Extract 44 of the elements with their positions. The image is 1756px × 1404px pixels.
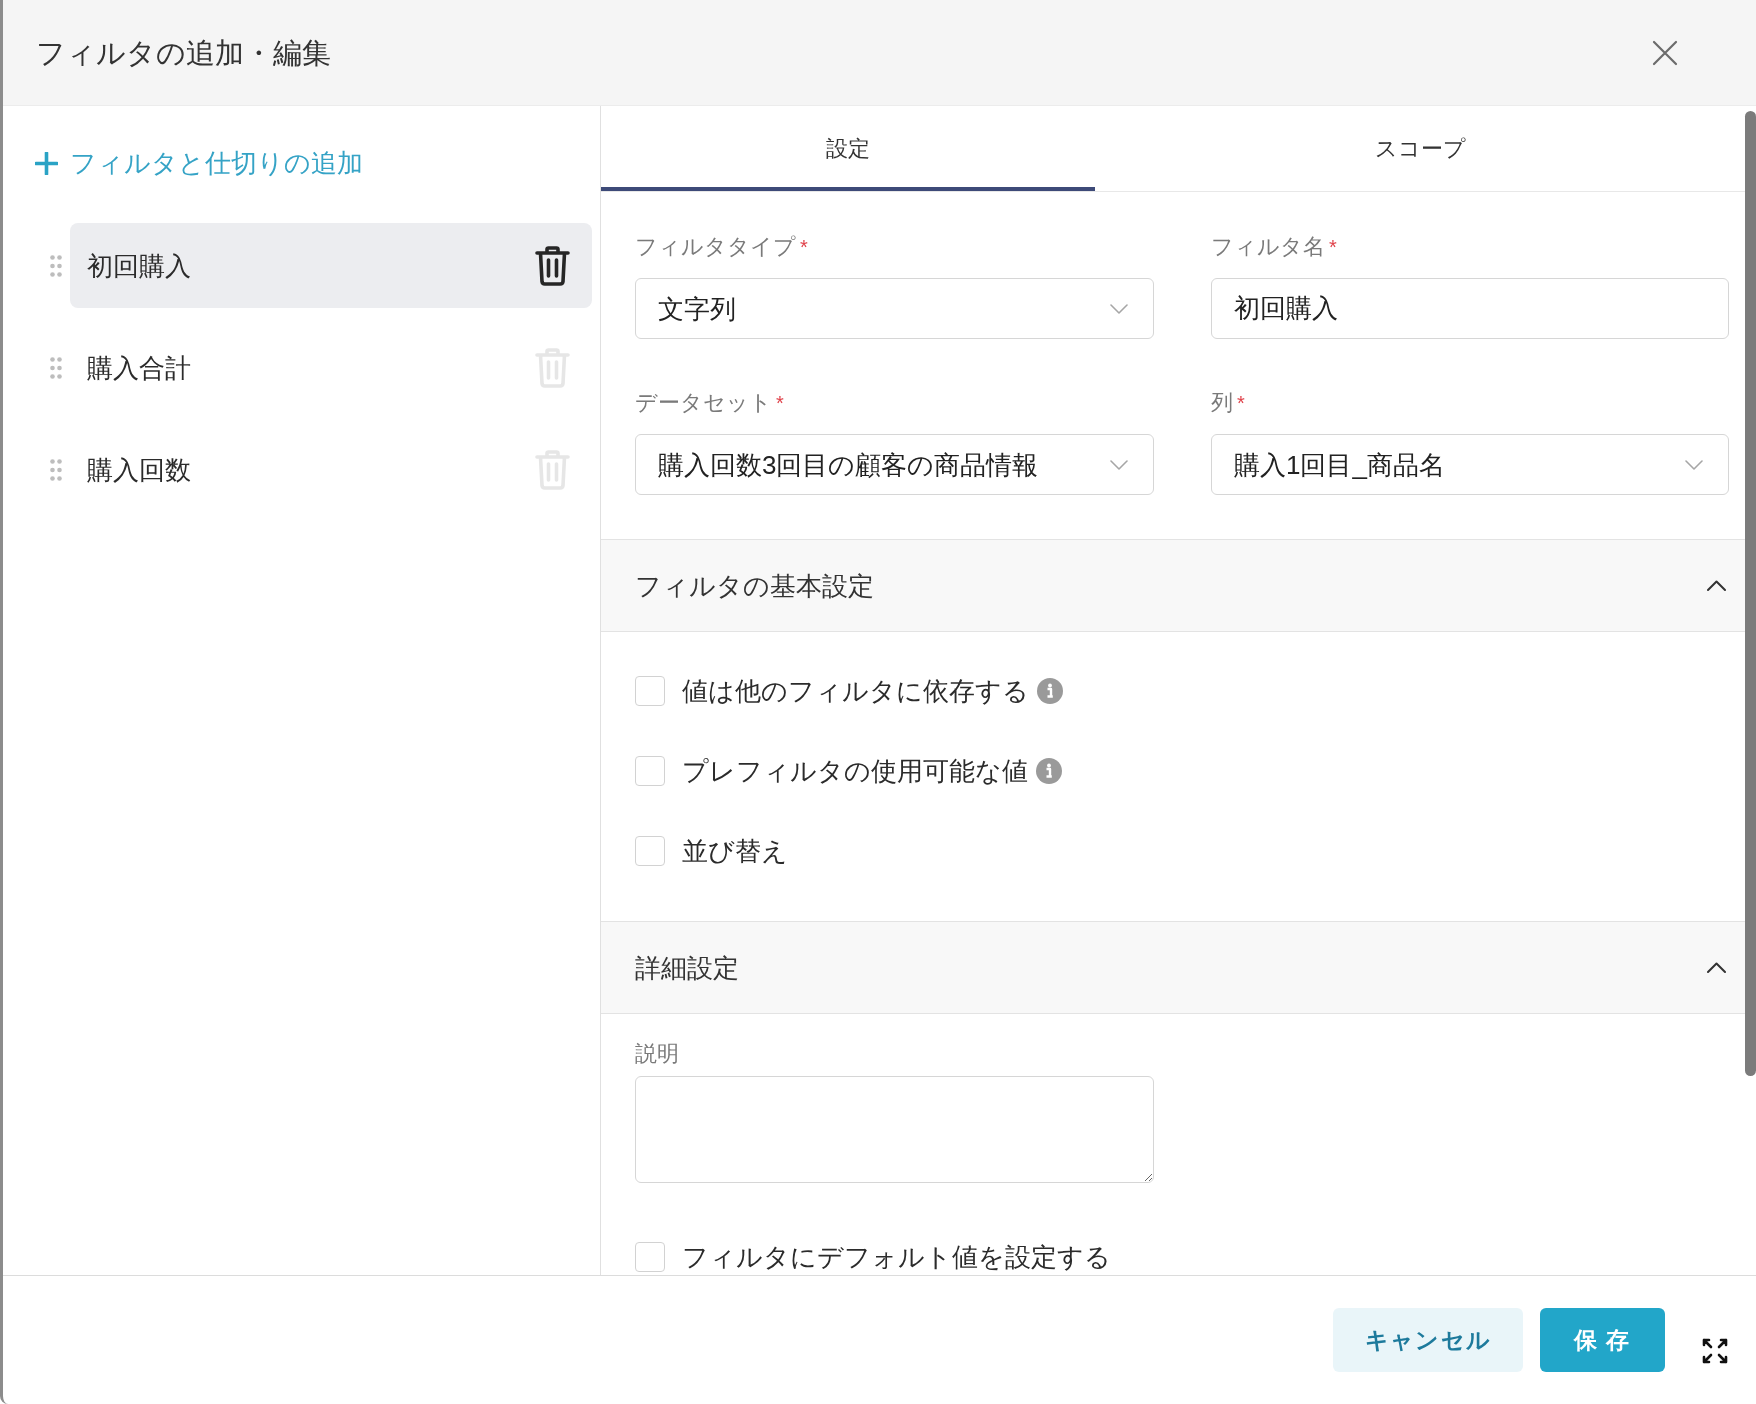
required-mark: *: [1237, 391, 1245, 416]
checkbox-label: 値は他のフィルタに依存する: [682, 675, 1029, 707]
field-label: データセット: [635, 389, 772, 417]
checkbox-label: 並び替え: [682, 835, 788, 867]
filter-item[interactable]: 購入回数: [70, 427, 592, 512]
expand-icon[interactable]: [1702, 1338, 1728, 1364]
checkbox-label: プレフィルタの使用可能な値: [682, 755, 1028, 787]
plus-icon: [35, 151, 58, 175]
filter-item[interactable]: 購入合計: [70, 325, 592, 410]
dropdown[interactable]: 購入1回目_商品名: [1211, 434, 1729, 495]
dialog-title: フィルタの追加・編集: [36, 35, 331, 71]
dropdown[interactable]: 文字列: [635, 278, 1154, 339]
checkbox[interactable]: [635, 836, 665, 866]
required-mark: *: [1329, 235, 1337, 260]
filter-item[interactable]: 初回購入: [70, 223, 592, 308]
tab[interactable]: スコープ: [1095, 106, 1745, 191]
drag-handle-icon[interactable]: [50, 458, 62, 481]
checkbox-label: フィルタにデフォルト値を設定する: [682, 1241, 1111, 1273]
checkbox[interactable]: [635, 676, 665, 706]
text-field[interactable]: 初回購入: [1211, 278, 1729, 339]
dropdown[interactable]: 購入回数3回目の顧客の商品情報: [635, 434, 1154, 495]
close-icon[interactable]: [1652, 39, 1678, 66]
description-field[interactable]: [635, 1076, 1154, 1183]
drag-handle-icon[interactable]: [50, 356, 62, 379]
required-mark: *: [776, 391, 784, 416]
checkbox[interactable]: [635, 756, 665, 786]
checkbox[interactable]: [635, 1242, 665, 1272]
info-icon[interactable]: [1037, 678, 1063, 704]
info-icon[interactable]: [1036, 758, 1062, 784]
field-label: 列: [1211, 389, 1233, 417]
scrollbar-thumb[interactable]: [1745, 111, 1756, 1076]
chevron-down-icon: [1110, 459, 1128, 470]
drag-handle-icon[interactable]: [50, 254, 62, 277]
section-header[interactable]: 詳細設定: [601, 921, 1745, 1014]
trash-icon[interactable]: [535, 245, 570, 286]
cancel-button[interactable]: キャンセル: [1333, 1308, 1523, 1372]
chevron-down-icon: [1685, 459, 1703, 470]
required-mark: *: [800, 235, 808, 260]
section-header[interactable]: フィルタの基本設定: [601, 539, 1745, 632]
chevron-down-icon: [1110, 303, 1128, 314]
field-label: 説明: [635, 1041, 679, 1067]
field-label: フィルタ名: [1211, 233, 1325, 261]
field-label: フィルタタイプ: [635, 233, 796, 261]
tab[interactable]: 設定: [601, 106, 1095, 191]
